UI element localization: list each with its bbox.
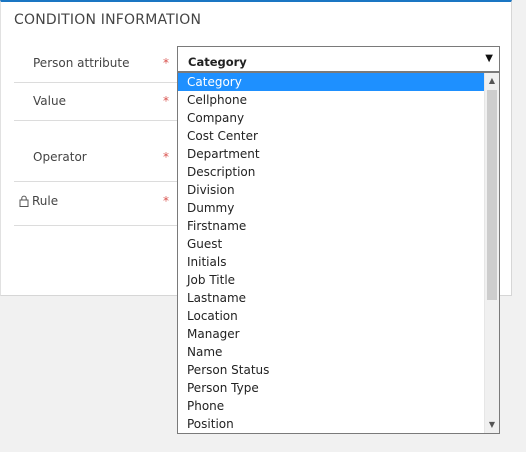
section-title: CONDITION INFORMATION — [14, 12, 202, 28]
value-required-mark: * — [163, 94, 169, 108]
dropdown-option[interactable]: Person Type — [178, 379, 484, 397]
dropdown-option[interactable]: Phone — [178, 397, 484, 415]
scrollbar[interactable]: ▲ ▼ — [484, 73, 499, 433]
select-value: Category — [188, 55, 247, 69]
dropdown-option[interactable]: Job Title — [178, 271, 484, 289]
dropdown-option[interactable]: Description — [178, 163, 484, 181]
divider — [14, 181, 180, 182]
dropdown-option[interactable]: Name — [178, 343, 484, 361]
rule-label: Rule — [32, 194, 59, 208]
dropdown-option[interactable]: Initials — [178, 253, 484, 271]
person-attribute-label: Person attribute — [33, 56, 130, 70]
dropdown-option[interactable]: Manager — [178, 325, 484, 343]
value-label: Value — [33, 94, 66, 108]
option-list: Category Cellphone Company Cost Center Depar… — [178, 73, 499, 433]
dropdown-option[interactable]: Dummy — [178, 199, 484, 217]
dropdown-option[interactable]: Location — [178, 307, 484, 325]
scrollbar-thumb[interactable] — [487, 90, 497, 300]
dropdown-option[interactable]: Lastname — [178, 289, 484, 307]
operator-required-mark: * — [163, 150, 169, 164]
dropdown-option[interactable]: Person Status — [178, 361, 484, 379]
dropdown-option[interactable]: Department — [178, 145, 484, 163]
operator-label: Operator — [33, 150, 87, 164]
rule-label-row: Rule — [19, 194, 58, 208]
dropdown-option[interactable]: Position — [178, 415, 484, 433]
person-attribute-dropdown-list[interactable]: Category Cellphone Company Cost Center Depar… — [177, 72, 500, 434]
dropdown-option[interactable]: Cost Center — [178, 127, 484, 145]
dropdown-option[interactable]: Category — [178, 73, 484, 91]
dropdown-option[interactable]: Guest — [178, 235, 484, 253]
lock-icon — [19, 195, 29, 207]
dropdown-option[interactable]: Cellphone — [178, 91, 484, 109]
dropdown-option[interactable]: Company — [178, 109, 484, 127]
person-attribute-required-mark: * — [163, 56, 169, 70]
divider — [14, 120, 180, 121]
rule-required-mark: * — [163, 194, 169, 208]
scroll-down-arrow-icon[interactable]: ▼ — [485, 418, 499, 432]
divider — [14, 225, 180, 226]
dropdown-option[interactable]: Firstname — [178, 217, 484, 235]
dropdown-option[interactable]: Division — [178, 181, 484, 199]
person-attribute-select[interactable]: Category ▼ — [177, 46, 500, 72]
dropdown-arrow-icon[interactable]: ▼ — [485, 53, 493, 64]
divider — [14, 82, 180, 83]
scroll-up-arrow-icon[interactable]: ▲ — [485, 74, 499, 88]
